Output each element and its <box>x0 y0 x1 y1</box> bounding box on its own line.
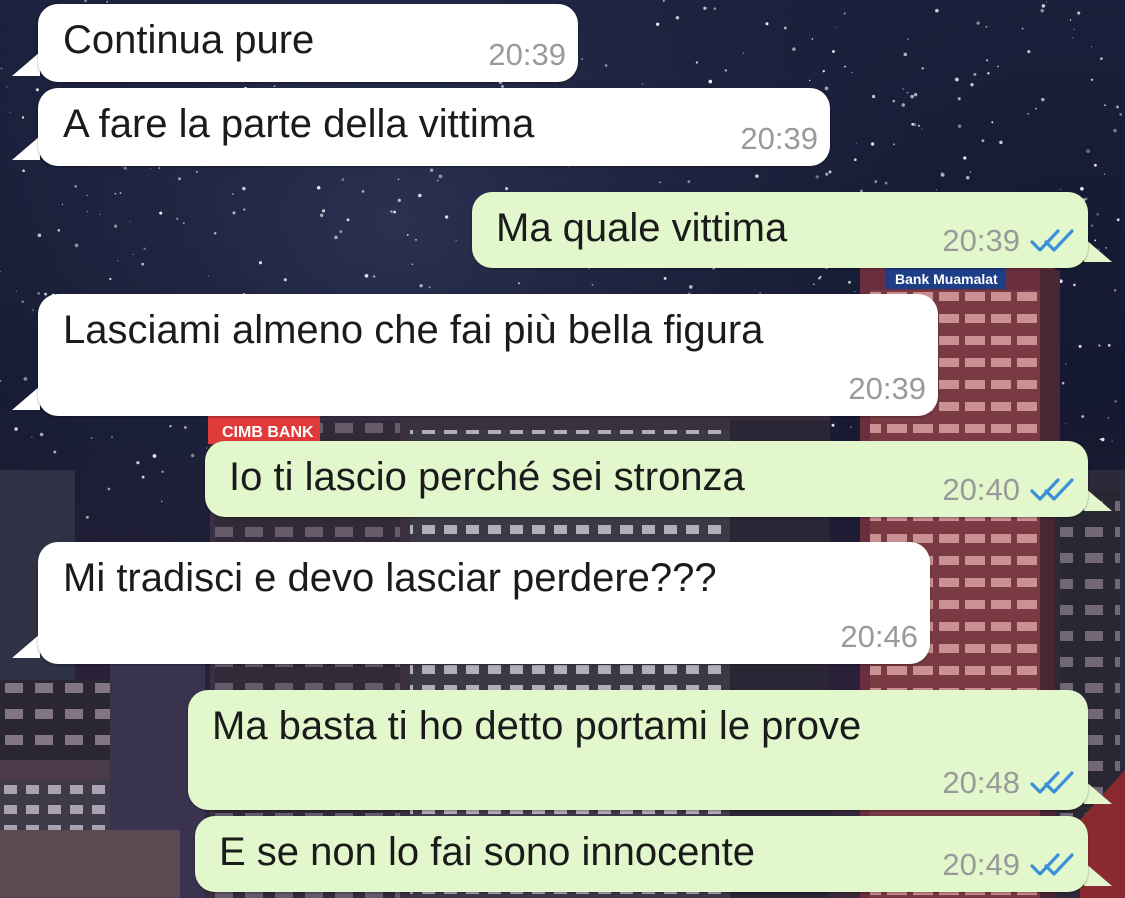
message-timestamp: 20:39 <box>488 37 566 72</box>
outgoing-message-bubble[interactable]: Ma basta ti ho detto portami le prove 20:… <box>188 690 1088 810</box>
message-timestamp: 20:39 <box>848 371 926 406</box>
message-timestamp: 20:46 <box>840 619 918 654</box>
message-meta: 20:49 <box>942 848 1076 882</box>
message-timestamp: 20:40 <box>942 472 1020 507</box>
message-timestamp: 20:39 <box>942 223 1020 258</box>
incoming-message-bubble[interactable]: Mi tradisci e devo lasciar perdere??? 20:… <box>38 542 930 664</box>
message-text: Mi tradisci e devo lasciar perdere??? <box>63 556 717 600</box>
incoming-message-bubble[interactable]: Lasciami almeno che fai più bella figura… <box>38 294 938 416</box>
message-meta: 20:39 <box>942 224 1076 258</box>
message-text: Lasciami almeno che fai più bella figura <box>63 308 764 352</box>
svg-text:CIMB BANK: CIMB BANK <box>222 424 314 441</box>
double-check-icon <box>1030 478 1074 501</box>
message-meta: 20:39 <box>488 38 566 72</box>
bank-muamalat-sign: Bank Muamalat <box>885 265 1005 289</box>
message-text: Io ti lascio perché sei stronza <box>229 455 745 499</box>
message-meta: 20:39 <box>740 122 818 156</box>
message-meta: 20:40 <box>942 473 1076 507</box>
outgoing-message-bubble[interactable]: Io ti lascio perché sei stronza 20:40 <box>205 441 1088 517</box>
message-timestamp: 20:49 <box>942 847 1020 882</box>
message-text: A fare la parte della vittima <box>63 102 535 146</box>
cimb-bank-sign: CIMB BANK <box>208 416 320 444</box>
message-timestamp: 20:39 <box>740 121 818 156</box>
message-text: E se non lo fai sono innocente <box>219 830 755 874</box>
double-check-icon <box>1030 229 1074 252</box>
message-meta: 20:46 <box>840 620 918 654</box>
double-check-icon <box>1030 853 1074 876</box>
outgoing-message-bubble[interactable]: E se non lo fai sono innocente 20:49 <box>195 816 1088 892</box>
incoming-message-bubble[interactable]: A fare la parte della vittima 20:39 <box>38 88 830 166</box>
message-timestamp: 20:48 <box>942 765 1020 800</box>
double-check-icon <box>1030 771 1074 794</box>
svg-text:Bank Muamalat: Bank Muamalat <box>895 271 998 287</box>
incoming-message-bubble[interactable]: Continua pure 20:39 <box>38 4 578 82</box>
outgoing-message-bubble[interactable]: Ma quale vittima 20:39 <box>472 192 1088 268</box>
message-meta: 20:48 <box>942 766 1076 800</box>
message-text: Ma quale vittima <box>496 206 788 250</box>
message-meta: 20:39 <box>848 372 926 406</box>
message-text: Ma basta ti ho detto portami le prove <box>212 704 862 748</box>
message-text: Continua pure <box>63 18 315 62</box>
